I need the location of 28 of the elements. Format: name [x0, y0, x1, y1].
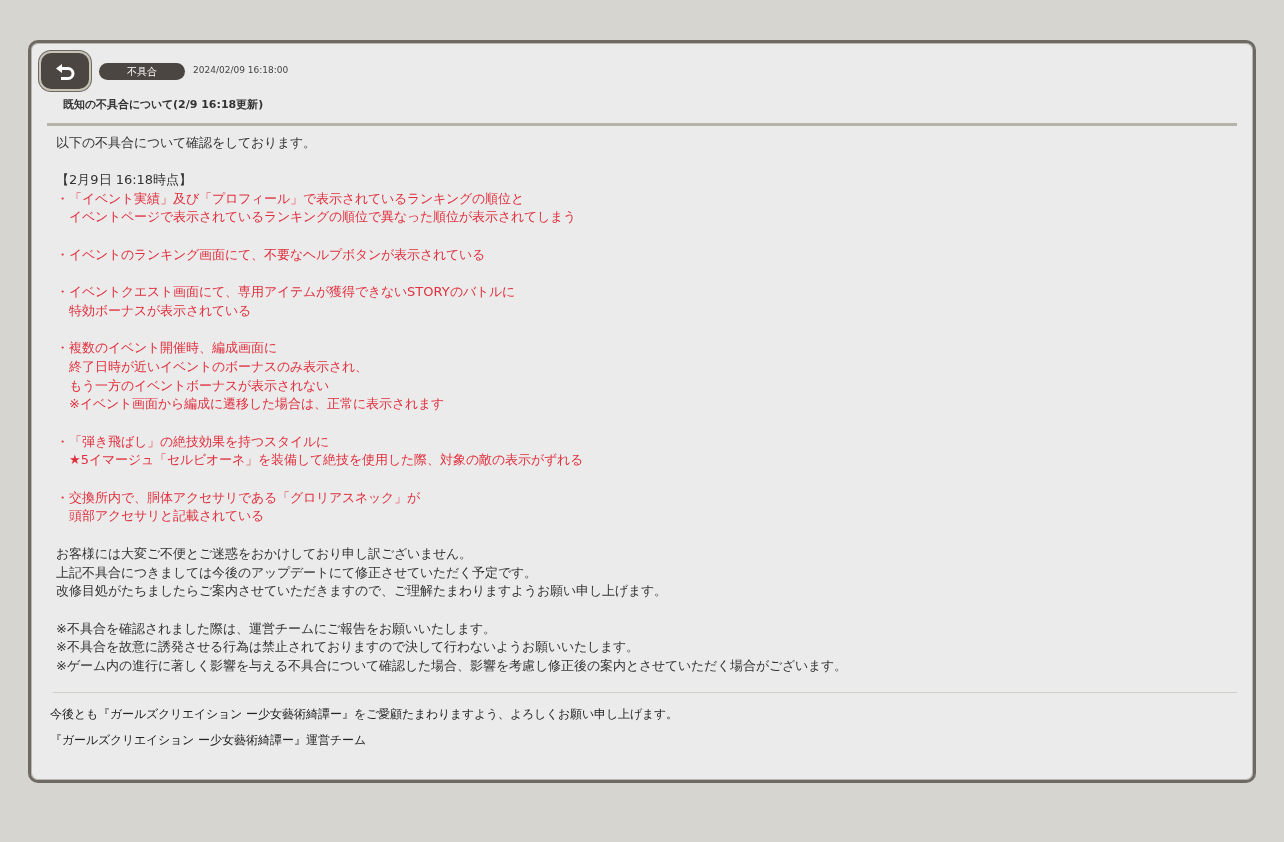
- issue-text-line: ・「弾き飛ばし」の絶技効果を持つスタイルに: [56, 432, 330, 451]
- body-text-line: ※不具合を確認されました際は、運営チームにご報告をお願いいたします。: [56, 619, 497, 638]
- issue-text-line: ※イベント画面から編成に遷移した場合は、正常に表示されます: [68, 395, 445, 414]
- issue-text-line: もう一方のイベントボーナスが表示されない: [68, 376, 330, 395]
- issue-text-line: ・複数のイベント開催時、編成画面に: [56, 339, 278, 358]
- body-text-line: 改修目処がたちましたらご案内させていただきますので、ご理解たまわりますようお願い申し上げます。: [56, 582, 668, 601]
- back-button[interactable]: [39, 51, 91, 91]
- body-text-line: お客様には大変ご不便とご迷惑をおかけしており申し訳ございません。: [56, 544, 473, 563]
- body-text-line: ※ゲーム内の進行に著しく影響を与える不具合について確認した場合、影響を考慮し修正後の案内とさせていただく場合がございます。: [56, 657, 848, 676]
- body-text-line: 【2月9日 16:18時点】: [56, 170, 194, 189]
- back-arrow-icon: [54, 62, 76, 80]
- body-text-line: 上記不具合につきましては今後のアップデートにて修正させていただく予定です。: [56, 563, 538, 582]
- issue-text-line: ・「イベント実績」及び「プロフィール」で表示されているランキングの順位と: [56, 189, 525, 208]
- issue-text-line: 頭部アクセサリと記載されている: [68, 507, 265, 526]
- post-date: 2024/02/09 16:18:00: [193, 64, 289, 78]
- body-text-line: ※不具合を故意に誘発させる行為は禁止されておりますので決して行わないようお願いいたします。: [56, 638, 640, 657]
- issue-text-line: 特効ボーナスが表示されている: [68, 301, 252, 320]
- team-signature: 『ガールズクリエイション ー少女藝術綺譚ー』運営チーム: [50, 731, 367, 748]
- body-text-line: 以下の不具合について確認をしております。: [56, 133, 317, 152]
- issue-text-line: 終了日時が近いイベントのボーナスのみ表示され、: [68, 357, 369, 376]
- closing-message: 今後とも『ガールズクリエイション ー少女藝術綺譚ー』をご愛顧たまわりますよう、よろしくお願い申し上げます。: [50, 705, 679, 722]
- issue-text-line: ・イベントクエスト画面にて、専用アイテムが獲得できないSTORYのバトルに: [56, 283, 516, 302]
- issue-text-line: ・交換所内で、胴体アクセサリである「グロリアスネック」が: [56, 488, 421, 507]
- category-tag: 不具合: [99, 62, 185, 80]
- issue-text-line: イベントページで表示されているランキングの順位で異なった順位が表示されてしまう: [68, 208, 577, 227]
- notice-title: 既知の不具合について(2/9 16:18更新): [63, 97, 265, 113]
- issue-text-line: ★5イマージュ「セルビオーネ」を装備して絶技を使用した際、対象の敵の表示がずれる: [68, 451, 584, 470]
- issue-text-line: ・イベントのランキング画面にて、不要なヘルプボタンが表示されている: [56, 245, 486, 264]
